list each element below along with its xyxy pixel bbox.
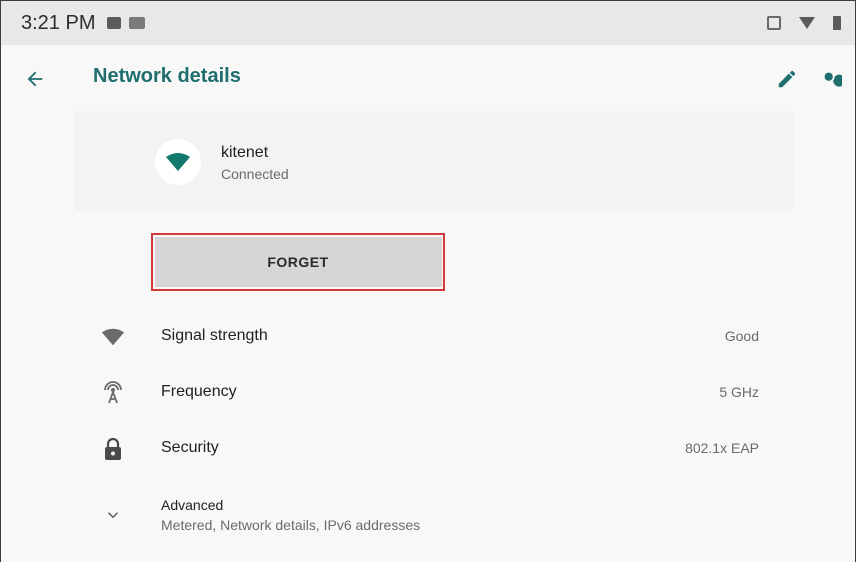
battery-icon	[833, 16, 841, 30]
chevron-down-icon	[101, 503, 125, 527]
advanced-summary: Metered, Network details, IPv6 addresses	[161, 517, 421, 533]
app-bar: Network details	[1, 45, 855, 111]
page-title: Network details	[93, 65, 241, 87]
security-value: 802.1x EAP	[685, 440, 759, 456]
signal-strength-row[interactable]: Signal strength Good	[1, 309, 855, 365]
lock-icon	[101, 437, 125, 461]
arrow-back-icon	[27, 71, 43, 87]
status-right-icons	[767, 16, 841, 30]
wifi-icon	[166, 153, 190, 171]
security-row[interactable]: Security 802.1x EAP	[1, 421, 855, 477]
security-label: Security	[161, 439, 219, 456]
network-header: kitenet Connected	[75, 111, 793, 211]
search-icon	[824, 72, 842, 87]
frequency-label: Frequency	[161, 383, 237, 400]
status-time: 3:21 PM	[21, 11, 96, 34]
forget-button[interactable]: FORGET	[151, 233, 445, 291]
edit-button[interactable]	[771, 63, 803, 95]
frequency-row[interactable]: Frequency 5 GHz	[1, 365, 855, 421]
advanced-row[interactable]: Advanced Metered, Network details, IPv6 …	[1, 487, 855, 547]
signal-strength-label: Signal strength	[161, 327, 268, 344]
screen: 3:21 PM Network details kitenet Connecte…	[0, 0, 856, 562]
status-bar: 3:21 PM	[1, 1, 855, 45]
forget-button-label: FORGET	[154, 237, 442, 287]
advanced-label: Advanced	[161, 497, 224, 513]
vibrate-icon	[767, 16, 781, 30]
antenna-icon	[101, 381, 125, 405]
network-status: Connected	[221, 166, 289, 182]
network-name: kitenet	[221, 144, 269, 161]
network-icon-badge	[155, 139, 201, 185]
frequency-value: 5 GHz	[719, 384, 759, 400]
search-button[interactable]	[815, 63, 847, 95]
wifi-signal-icon	[101, 325, 125, 349]
image-notification-icon	[107, 17, 122, 29]
signal-strength-value: Good	[724, 328, 759, 344]
sim-notification-icon	[129, 17, 146, 29]
back-button[interactable]	[19, 63, 51, 95]
pencil-icon	[778, 70, 796, 88]
wifi-icon	[799, 17, 815, 29]
